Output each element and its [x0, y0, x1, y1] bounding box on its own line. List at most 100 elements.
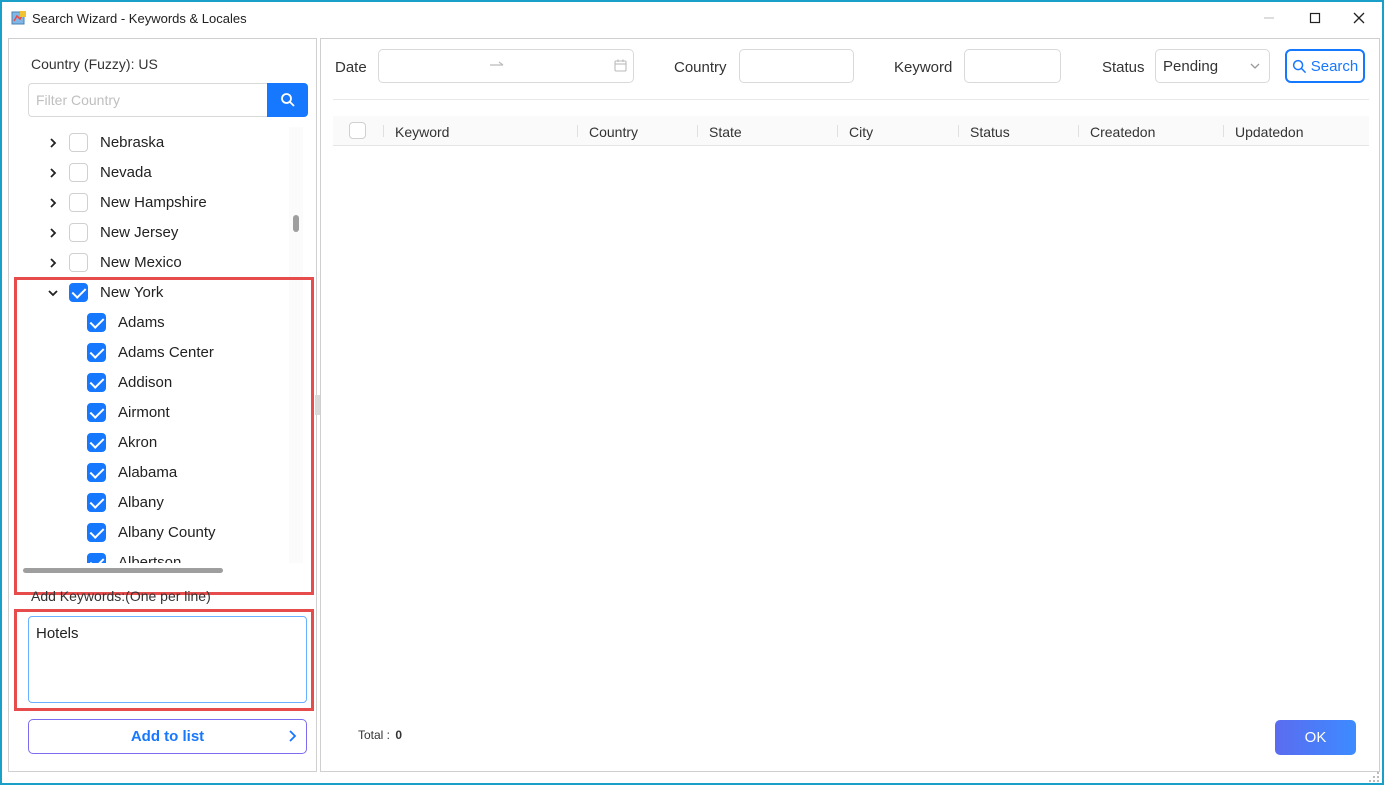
app-icon — [11, 11, 26, 25]
tree-node-state[interactable]: New Mexico — [9, 248, 289, 278]
tree-node-state[interactable]: Nevada — [9, 158, 289, 188]
tree-node-label: Akron — [118, 434, 158, 451]
calendar-icon — [614, 59, 627, 72]
tree-checkbox[interactable] — [69, 283, 88, 302]
filter-search-button[interactable] — [267, 83, 308, 117]
tree-checkbox[interactable] — [87, 343, 106, 362]
tree-node-label: Addison — [118, 374, 173, 391]
add-to-list-button[interactable]: Add to list — [28, 719, 307, 754]
country-filter-label: Country — [674, 59, 727, 76]
tree-node-city[interactable]: Albany County — [9, 518, 289, 548]
filter-divider — [333, 99, 1369, 100]
column-header-status[interactable]: Status — [970, 124, 1010, 140]
tree-horizontal-scroll-thumb[interactable] — [23, 568, 223, 573]
column-header-country[interactable]: Country — [589, 124, 638, 140]
maximize-button[interactable] — [1292, 2, 1338, 34]
chevron-right-icon — [289, 730, 297, 742]
tree-node-city[interactable]: Airmont — [9, 398, 289, 428]
tree-checkbox[interactable] — [87, 493, 106, 512]
column-separator — [697, 125, 698, 137]
location-tree: Nebraska Nevada New Hampshire New Jersey New… — [9, 127, 309, 563]
keywords-textarea[interactable]: Hotels — [28, 616, 307, 703]
search-button[interactable]: Search — [1285, 49, 1365, 83]
status-select[interactable]: Pending — [1155, 49, 1270, 83]
close-icon — [1353, 12, 1365, 24]
tree-node-label: Nebraska — [100, 134, 165, 151]
status-filter-label: Status — [1102, 59, 1145, 76]
minimize-button[interactable] — [1246, 2, 1292, 34]
column-header-updatedon[interactable]: Updatedon — [1235, 124, 1304, 140]
total-label: Total : — [358, 728, 391, 742]
tree-node-state[interactable]: New Jersey — [9, 218, 289, 248]
total-count: Total : 0 — [358, 728, 402, 742]
maximize-icon — [1309, 12, 1321, 24]
chevron-right-icon[interactable] — [47, 197, 59, 209]
tree-node-label: Adams Center — [118, 344, 214, 361]
column-header-state[interactable]: State — [709, 124, 742, 140]
column-separator — [958, 125, 959, 137]
tree-checkbox[interactable] — [69, 193, 88, 212]
filter-country-input[interactable] — [28, 83, 268, 117]
tree-checkbox[interactable] — [69, 253, 88, 272]
locale-panel: Country (Fuzzy): US Nebraska Nevada New Ha… — [8, 38, 317, 772]
ok-button-label: OK — [1304, 729, 1327, 746]
title-bar[interactable]: Search Wizard - Keywords & Locales — [2, 2, 1382, 34]
tree-node-label: New Hampshire — [100, 194, 207, 211]
tree-checkbox[interactable] — [69, 163, 88, 182]
tree-checkbox[interactable] — [69, 133, 88, 152]
date-range-picker[interactable] — [378, 49, 634, 83]
chevron-right-icon[interactable] — [47, 137, 59, 149]
tree-node-city[interactable]: Adams — [9, 308, 289, 338]
tree-node-state[interactable]: New York — [9, 278, 289, 308]
search-button-label: Search — [1310, 57, 1359, 75]
tree-checkbox[interactable] — [87, 553, 106, 563]
tree-checkbox[interactable] — [87, 313, 106, 332]
tree-node-state[interactable]: New Hampshire — [9, 188, 289, 218]
chevron-right-icon[interactable] — [47, 227, 59, 239]
tree-checkbox[interactable] — [87, 463, 106, 482]
keyword-filter-input[interactable] — [964, 49, 1061, 83]
date-label: Date — [335, 59, 367, 76]
column-separator — [383, 125, 384, 137]
chevron-right-icon[interactable] — [47, 167, 59, 179]
tree-node-label: New York — [100, 284, 164, 301]
tree-checkbox[interactable] — [87, 523, 106, 542]
chevron-right-icon[interactable] — [47, 257, 59, 269]
column-separator — [1078, 125, 1079, 137]
column-separator — [1223, 125, 1224, 137]
total-value: 0 — [395, 728, 403, 742]
tree-node-label: Albany County — [118, 524, 216, 541]
tree-checkbox[interactable] — [87, 403, 106, 422]
tree-node-label: Albany — [118, 494, 164, 511]
column-header-createdon[interactable]: Createdon — [1090, 124, 1155, 140]
column-header-city[interactable]: City — [849, 124, 873, 140]
tree-node-state[interactable]: Nebraska — [9, 128, 289, 158]
tree-node-city[interactable]: Albany — [9, 488, 289, 518]
select-all-checkbox[interactable] — [349, 122, 366, 139]
tree-node-label: New Mexico — [100, 254, 182, 271]
tree-node-city[interactable]: Adams Center — [9, 338, 289, 368]
resize-grip-icon[interactable] — [1368, 771, 1380, 783]
app-window: Search Wizard - Keywords & Locales Count… — [0, 0, 1384, 785]
tree-node-label: Airmont — [118, 404, 170, 421]
tree-node-label: Alabama — [118, 464, 178, 481]
column-separator — [577, 125, 578, 137]
window-title: Search Wizard - Keywords & Locales — [32, 11, 247, 26]
tree-checkbox[interactable] — [87, 373, 106, 392]
tree-checkbox[interactable] — [87, 433, 106, 452]
search-icon — [280, 93, 295, 107]
ok-button[interactable]: OK — [1275, 720, 1356, 755]
chevron-down-icon[interactable] — [47, 287, 59, 299]
tree-node-city[interactable]: Albertson — [9, 548, 289, 563]
tree-node-city[interactable]: Addison — [9, 368, 289, 398]
country-filter-input[interactable] — [739, 49, 854, 83]
column-header-keyword[interactable]: Keyword — [395, 124, 449, 140]
tree-checkbox[interactable] — [69, 223, 88, 242]
tree-node-city[interactable]: Akron — [9, 428, 289, 458]
search-icon — [1292, 59, 1306, 73]
country-fuzzy-label: Country (Fuzzy): US — [31, 56, 158, 72]
close-button[interactable] — [1336, 2, 1382, 34]
chevron-down-icon — [1250, 63, 1260, 69]
tree-node-city[interactable]: Alabama — [9, 458, 289, 488]
minimize-icon — [1264, 17, 1274, 19]
